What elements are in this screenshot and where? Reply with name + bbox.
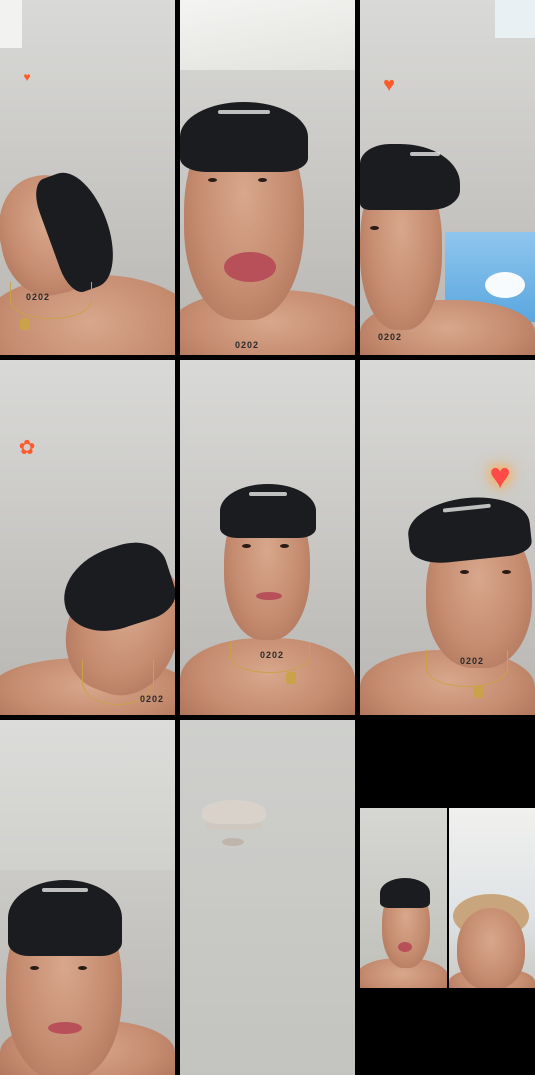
video-tile-9[interactable] xyxy=(360,720,535,1075)
ceiling xyxy=(180,0,355,70)
neck-tattoo: 0202 xyxy=(140,694,165,704)
ceiling-light xyxy=(0,0,22,48)
video-grid: ♥ 0202 0202 ♥ 0202 ✿ 0202 0202 ♥ 0202 xyxy=(0,0,535,1075)
ceiling xyxy=(0,720,175,870)
video-tile-7[interactable] xyxy=(0,720,175,1075)
neck-tattoo: 0202 xyxy=(260,650,285,660)
neck-tattoo: 0202 xyxy=(26,292,51,302)
pip-container xyxy=(360,808,535,988)
video-tile-8[interactable] xyxy=(180,720,355,1075)
gift-character-icon: ✿ xyxy=(18,436,36,459)
video-tile-1[interactable]: ♥ 0202 xyxy=(0,0,175,355)
glowing-heart-icon: ♥ xyxy=(489,455,511,496)
pip-participant-2[interactable] xyxy=(448,808,535,988)
video-tile-4[interactable]: ✿ 0202 xyxy=(0,360,175,715)
heart-gift-icon: ♥ xyxy=(383,73,395,96)
neck-tattoo: 0202 xyxy=(378,332,403,342)
neck-tattoo: 0202 xyxy=(460,656,485,666)
video-tile-5[interactable]: 0202 xyxy=(180,360,355,715)
video-tile-2[interactable]: 0202 xyxy=(180,0,355,355)
cowboy-hat-mustache-icon xyxy=(202,800,266,824)
mustache-icon xyxy=(222,838,244,846)
video-tile-6[interactable]: ♥ 0202 xyxy=(360,360,535,715)
heart-spark-icon: ♥ xyxy=(23,70,31,84)
pip-participant-1[interactable] xyxy=(360,808,447,988)
neck-tattoo: 0202 xyxy=(235,340,260,350)
video-tile-3[interactable]: ♥ 0202 xyxy=(360,0,535,355)
skylight xyxy=(495,0,535,38)
